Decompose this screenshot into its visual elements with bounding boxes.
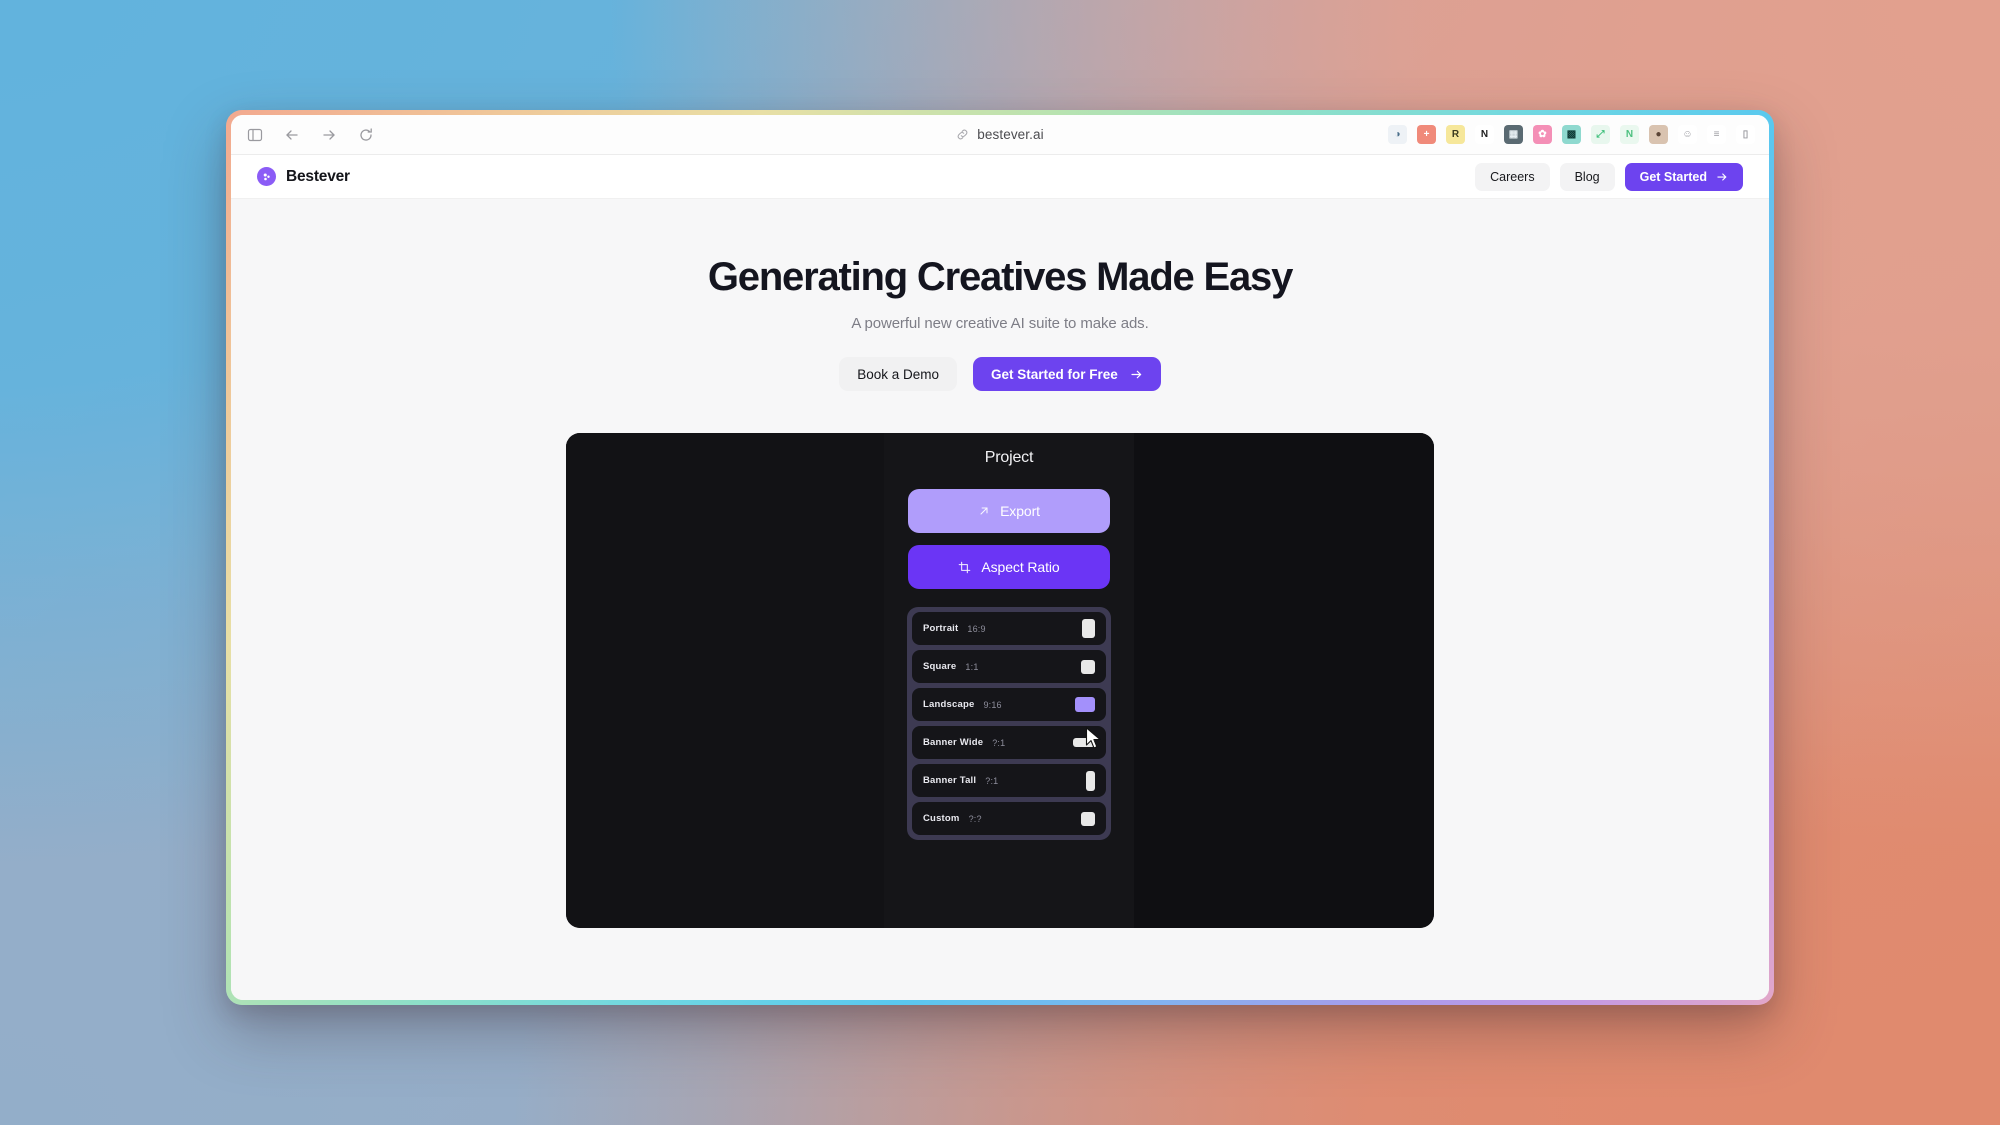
ratio-name: Banner Wide <box>923 737 984 748</box>
page-content: Generating Creatives Made Easy A powerfu… <box>231 199 1769 1000</box>
add-extension-icon[interactable]: + <box>1417 125 1436 144</box>
ratio-row-landscape[interactable]: Landscape 9:16 <box>912 688 1106 721</box>
profile-avatar-icon[interactable]: ● <box>1649 125 1668 144</box>
forward-arrow-icon[interactable] <box>319 125 338 144</box>
panel-title: Project <box>984 449 1034 466</box>
link-icon <box>956 128 969 141</box>
split-view-icon[interactable]: ▯ <box>1736 125 1755 144</box>
aspect-ratio-label: Aspect Ratio <box>981 559 1060 575</box>
bestever-logo-icon <box>257 167 276 186</box>
aspect-ratio-list: Portrait 16:9 Square 1:1 Landscape 9:16 Banner… <box>907 607 1111 840</box>
color-picker-icon[interactable]: ▩ <box>1562 125 1581 144</box>
ratio-thumbnail-tall-rect <box>1082 619 1095 638</box>
reload-icon[interactable] <box>356 125 375 144</box>
ratio-value: ?:1 <box>992 737 1006 748</box>
browser-nav-controls <box>245 125 375 144</box>
ratio-value: ?:? <box>968 813 982 824</box>
hero-cta-group: Book a Demo Get Started for Free <box>839 357 1161 391</box>
pinterest-save-icon[interactable]: ✿ <box>1533 125 1552 144</box>
ratio-thumbnail-wide-square <box>1075 697 1095 712</box>
browser-toolbar: bestever.ai ◑ + R N ▦ ✿ ▩ ⤢ N ● ☺ ≡ ▯ <box>231 115 1769 155</box>
speech-bubble-icon[interactable]: ☺ <box>1678 125 1697 144</box>
panel-left-column <box>566 433 884 928</box>
privacy-badger-icon[interactable]: ◑ <box>1388 125 1407 144</box>
ratio-thumbnail-wide-rect <box>1073 738 1095 747</box>
screenshot-tool-icon[interactable]: ▦ <box>1504 125 1523 144</box>
book-a-demo-button[interactable]: Book a Demo <box>839 357 957 391</box>
ratio-row-square[interactable]: Square 1:1 <box>912 650 1106 683</box>
get-started-for-free-label: Get Started for Free <box>991 366 1118 382</box>
panel-right-column <box>1134 433 1434 928</box>
aspect-ratio-button[interactable]: Aspect Ratio <box>908 545 1110 589</box>
project-app-panel: Project Export Aspect Ratio Portrait 16:… <box>566 433 1434 928</box>
ratio-value: 9:16 <box>983 699 1002 710</box>
get-started-label: Get Started <box>1639 169 1707 184</box>
ratio-name: Banner Tall <box>923 775 977 786</box>
extension-icons: ◑ + R N ▦ ✿ ▩ ⤢ N ● ☺ ≡ ▯ <box>1388 125 1755 144</box>
ratio-row-banner-wide[interactable]: Banner Wide ?:1 <box>912 726 1106 759</box>
page-title: Generating Creatives Made Easy <box>707 255 1293 299</box>
ratio-row-portrait[interactable]: Portrait 16:9 <box>912 612 1106 645</box>
brand-logo[interactable]: Bestever <box>257 167 350 186</box>
arrow-right-icon <box>1130 368 1143 381</box>
primary-nav: Careers Blog Get Started <box>1475 162 1743 191</box>
export-button[interactable]: Export <box>908 489 1110 533</box>
ratio-row-custom[interactable]: Custom?:? <box>912 802 1106 835</box>
arrow-up-right-icon <box>978 505 990 517</box>
get-started-button[interactable]: Get Started <box>1624 162 1743 191</box>
crop-icon <box>958 561 971 574</box>
panel-center-column: Project Export Aspect Ratio Portrait 16:… <box>884 433 1134 928</box>
sidebar-toggle-icon[interactable] <box>245 125 264 144</box>
back-arrow-icon[interactable] <box>282 125 301 144</box>
nav-item-blog[interactable]: Blog <box>1559 162 1615 191</box>
ratio-thumbnail-narrow-tall <box>1086 770 1095 791</box>
url-text: bestever.ai <box>977 127 1044 142</box>
brand-name: Bestever <box>286 167 350 185</box>
ratio-row-banner-tall[interactable]: Banner Tall ?:1 <box>912 764 1106 797</box>
ratio-value: ?:1 <box>985 775 999 786</box>
ratio-value: 16:9 <box>967 623 986 634</box>
notion-web-clipper-icon[interactable]: N <box>1475 125 1494 144</box>
ratio-thumbnail-square <box>1081 811 1095 826</box>
hero-subtitle: A powerful new creative AI suite to make… <box>851 315 1149 332</box>
get-started-for-free-button[interactable]: Get Started for Free <box>973 357 1161 391</box>
browser-window: bestever.ai ◑ + R N ▦ ✿ ▩ ⤢ N ● ☺ ≡ ▯ Bestever Caree… <box>226 110 1774 1005</box>
ratio-thumbnail-square <box>1081 659 1095 674</box>
grammarly-icon[interactable]: R <box>1446 125 1465 144</box>
ratio-name: Landscape <box>923 699 975 710</box>
notion-calendar-icon[interactable]: N <box>1620 125 1639 144</box>
arrow-right-icon <box>1716 171 1728 183</box>
equalizer-icon[interactable]: ≡ <box>1707 125 1726 144</box>
browser-content: bestever.ai ◑ + R N ▦ ✿ ▩ ⤢ N ● ☺ ≡ ▯ Bestever Caree… <box>231 115 1769 1000</box>
export-label: Export <box>1000 503 1040 519</box>
ratio-value: 1:1 <box>965 661 979 672</box>
ratio-name: Custom <box>923 813 960 824</box>
cursor-tool-icon[interactable]: ⤢ <box>1591 125 1610 144</box>
nav-item-careers[interactable]: Careers <box>1475 162 1550 191</box>
ratio-name: Square <box>923 661 957 672</box>
ratio-name: Portrait <box>923 623 959 634</box>
site-header: Bestever Careers Blog Get Started <box>231 155 1769 199</box>
